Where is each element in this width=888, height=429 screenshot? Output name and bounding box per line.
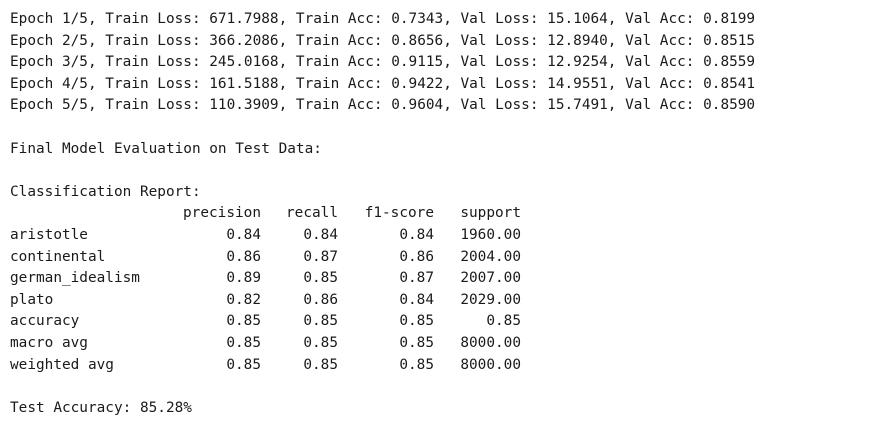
precision-value: 0.86	[226, 248, 261, 265]
epoch-log-line: Epoch 3/5, Train Loss: 245.0168, Train A…	[10, 54, 756, 71]
report-header-blank	[10, 203, 149, 225]
row-label: accuracy	[10, 313, 80, 330]
f1-value: 0.85	[399, 334, 434, 351]
f1-value: 0.86	[399, 248, 434, 265]
support-value: 8000.00	[460, 356, 521, 373]
precision-value: 0.82	[226, 291, 261, 308]
support-value: 2004.00	[460, 248, 521, 265]
precision-value: 0.84	[226, 226, 261, 243]
row-label: aristotle	[10, 226, 88, 243]
report-row: plato 0.82 0.86 0.84 2029.00	[10, 290, 755, 312]
precision-value: 0.85	[226, 334, 261, 351]
report-row: continental 0.86 0.87 0.86 2004.00	[10, 247, 755, 269]
recall-value: 0.85	[303, 313, 338, 330]
row-label: macro avg	[10, 334, 88, 351]
support-value: 2007.00	[460, 270, 521, 287]
row-label: plato	[10, 291, 54, 308]
report-header-row: precision recall f1-score support	[10, 203, 755, 225]
precision-value: 0.85	[226, 313, 261, 330]
report-row: german_idealism 0.89 0.85 0.87 2007.00	[10, 268, 755, 290]
f1-value: 0.85	[399, 356, 434, 373]
recall-value: 0.87	[303, 248, 338, 265]
precision-value: 0.85	[226, 356, 261, 373]
epoch-log-line: Epoch 2/5, Train Loss: 366.2086, Train A…	[10, 32, 756, 49]
report-row: weighted avg 0.85 0.85 0.85 8000.00	[10, 355, 755, 377]
epoch-log-line: Epoch 5/5, Train Loss: 110.3909, Train A…	[10, 97, 756, 114]
f1-value: 0.84	[399, 291, 434, 308]
report-heading: Classification Report:	[10, 183, 201, 200]
column-header-f1: f1-score	[364, 205, 434, 222]
console-output: Epoch 1/5, Train Loss: 671.7988, Train A…	[10, 9, 755, 419]
recall-value: 0.85	[303, 270, 338, 287]
report-row: aristotle 0.84 0.84 0.84 1960.00	[10, 225, 755, 247]
support-value: 0.85	[486, 313, 521, 330]
epoch-log-line: Epoch 4/5, Train Loss: 161.5188, Train A…	[10, 75, 756, 92]
f1-value: 0.85	[399, 313, 434, 330]
recall-value: 0.85	[303, 356, 338, 373]
column-header-recall: recall	[286, 205, 338, 222]
f1-value: 0.84	[399, 226, 434, 243]
row-label: german_idealism	[10, 270, 140, 287]
report-row: accuracy 0.85 0.85 0.85 0.85	[10, 311, 755, 333]
row-label: continental	[10, 248, 106, 265]
f1-value: 0.87	[399, 270, 434, 287]
final-eval-heading: Final Model Evaluation on Test Data:	[10, 140, 322, 157]
row-label: weighted avg	[10, 356, 114, 373]
column-header-support: support	[460, 205, 521, 222]
recall-value: 0.86	[303, 291, 338, 308]
test-accuracy-line: Test Accuracy: 85.28%	[10, 399, 192, 416]
epoch-log-line: Epoch 1/5, Train Loss: 671.7988, Train A…	[10, 11, 756, 27]
report-row: macro avg 0.85 0.85 0.85 8000.00	[10, 333, 755, 355]
support-value: 1960.00	[460, 226, 521, 243]
column-header-precision: precision	[183, 205, 261, 222]
recall-value: 0.84	[303, 226, 338, 243]
recall-value: 0.85	[303, 334, 338, 351]
support-value: 8000.00	[460, 334, 521, 351]
precision-value: 0.89	[226, 270, 261, 287]
support-value: 2029.00	[460, 291, 521, 308]
